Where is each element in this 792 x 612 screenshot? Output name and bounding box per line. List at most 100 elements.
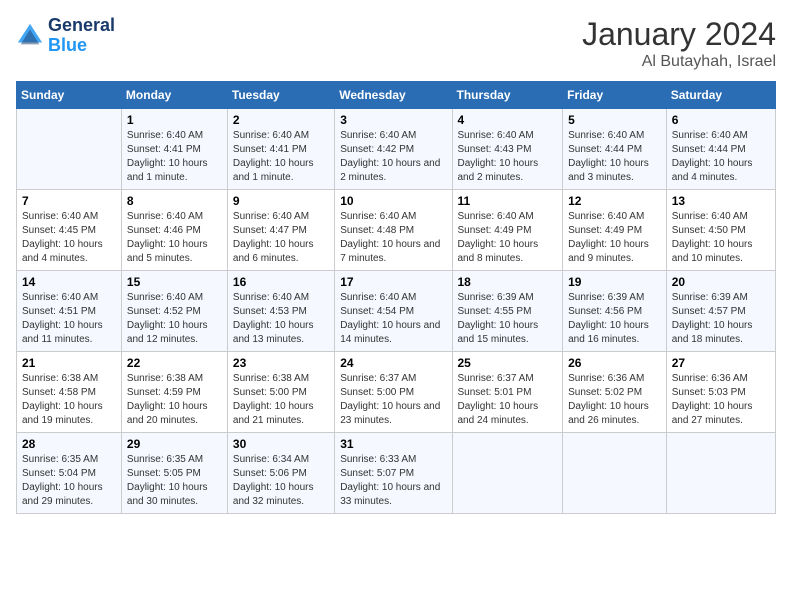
calendar-cell: 10Sunrise: 6:40 AMSunset: 4:48 PMDayligh… — [335, 190, 452, 271]
day-number: 3 — [340, 113, 446, 127]
calendar-cell: 25Sunrise: 6:37 AMSunset: 5:01 PMDayligh… — [452, 352, 563, 433]
day-info: Sunrise: 6:35 AMSunset: 5:05 PMDaylight:… — [127, 453, 222, 509]
day-number: 1 — [127, 113, 222, 127]
day-number: 8 — [127, 194, 222, 208]
day-number: 29 — [127, 437, 222, 451]
day-info: Sunrise: 6:36 AMSunset: 5:02 PMDaylight:… — [568, 372, 661, 428]
day-info: Sunrise: 6:37 AMSunset: 5:00 PMDaylight:… — [340, 372, 446, 428]
calendar-cell: 13 Sunrise: 6:40 AMSunset: 4:50 PMDayligh… — [666, 190, 775, 271]
day-info: Sunrise: 6:40 AMSunset: 4:49 PMDaylight:… — [458, 210, 558, 266]
day-info: Sunrise: 6:39 AMSunset: 4:55 PMDaylight:… — [458, 291, 558, 347]
logo: General Blue — [16, 16, 115, 56]
calendar-cell: 21 Sunrise: 6:38 AMSunset: 4:58 PMDayligh… — [17, 352, 122, 433]
day-number: 2 — [233, 113, 329, 127]
calendar-cell — [452, 433, 563, 514]
day-number: 7 — [22, 194, 116, 208]
month-title: January 2024 — [582, 16, 776, 53]
calendar-cell — [666, 433, 775, 514]
day-info: Sunrise: 6:40 AMSunset: 4:41 PMDaylight:… — [127, 129, 222, 185]
day-info: Sunrise: 6:40 AMSunset: 4:53 PMDaylight:… — [233, 291, 329, 347]
calendar-week-row: 7 Sunrise: 6:40 AMSunset: 4:45 PMDaylight… — [17, 190, 776, 271]
day-number: 22 — [127, 356, 222, 370]
calendar-cell: 24 Sunrise: 6:37 AMSunset: 5:00 PMDayligh… — [335, 352, 452, 433]
calendar-cell: 14 Sunrise: 6:40 AMSunset: 4:51 PMDayligh… — [17, 271, 122, 352]
day-info: Sunrise: 6:37 AMSunset: 5:01 PMDaylight:… — [458, 372, 558, 428]
calendar-cell: 26 Sunrise: 6:36 AMSunset: 5:02 PMDayligh… — [563, 352, 667, 433]
calendar-cell: 16Sunrise: 6:40 AMSunset: 4:53 PMDayligh… — [227, 271, 334, 352]
weekday-header-row: SundayMondayTuesdayWednesdayThursdayFrid… — [17, 82, 776, 109]
calendar-cell: 12Sunrise: 6:40 AMSunset: 4:49 PMDayligh… — [563, 190, 667, 271]
calendar-cell: 8 Sunrise: 6:40 AMSunset: 4:46 PMDaylight… — [121, 190, 227, 271]
weekday-header: Tuesday — [227, 82, 334, 109]
calendar-cell: 5 Sunrise: 6:40 AMSunset: 4:44 PMDaylight… — [563, 109, 667, 190]
day-number: 28 — [22, 437, 116, 451]
day-number: 15 — [127, 275, 222, 289]
day-number: 21 — [22, 356, 116, 370]
day-number: 26 — [568, 356, 661, 370]
day-info: Sunrise: 6:39 AMSunset: 4:57 PMDaylight:… — [672, 291, 770, 347]
calendar-cell: 31Sunrise: 6:33 AMSunset: 5:07 PMDayligh… — [335, 433, 452, 514]
day-info: Sunrise: 6:35 AMSunset: 5:04 PMDaylight:… — [22, 453, 116, 509]
calendar-cell: 7 Sunrise: 6:40 AMSunset: 4:45 PMDaylight… — [17, 190, 122, 271]
day-info: Sunrise: 6:38 AMSunset: 4:59 PMDaylight:… — [127, 372, 222, 428]
calendar-cell — [563, 433, 667, 514]
day-number: 5 — [568, 113, 661, 127]
calendar-cell: 22 Sunrise: 6:38 AMSunset: 4:59 PMDayligh… — [121, 352, 227, 433]
day-info: Sunrise: 6:40 AMSunset: 4:44 PMDaylight:… — [568, 129, 661, 185]
day-info: Sunrise: 6:40 AMSunset: 4:43 PMDaylight:… — [458, 129, 558, 185]
logo-text: General Blue — [48, 16, 115, 56]
logo-line1: General — [48, 16, 115, 36]
weekday-header: Saturday — [666, 82, 775, 109]
weekday-header: Thursday — [452, 82, 563, 109]
day-info: Sunrise: 6:36 AMSunset: 5:03 PMDaylight:… — [672, 372, 770, 428]
calendar-cell: 27 Sunrise: 6:36 AMSunset: 5:03 PMDayligh… — [666, 352, 775, 433]
day-number: 20 — [672, 275, 770, 289]
calendar-week-row: 21 Sunrise: 6:38 AMSunset: 4:58 PMDayligh… — [17, 352, 776, 433]
page-header: General Blue January 2024 Al Butayhah, I… — [16, 16, 776, 71]
calendar-cell: 6 Sunrise: 6:40 AMSunset: 4:44 PMDaylight… — [666, 109, 775, 190]
day-number: 19 — [568, 275, 661, 289]
day-number: 9 — [233, 194, 329, 208]
day-number: 11 — [458, 194, 558, 208]
calendar-cell: 23 Sunrise: 6:38 AMSunset: 5:00 PMDayligh… — [227, 352, 334, 433]
calendar-cell: 17Sunrise: 6:40 AMSunset: 4:54 PMDayligh… — [335, 271, 452, 352]
day-info: Sunrise: 6:40 AMSunset: 4:41 PMDaylight:… — [233, 129, 329, 185]
day-info: Sunrise: 6:40 AMSunset: 4:45 PMDaylight:… — [22, 210, 116, 266]
calendar-cell: 18Sunrise: 6:39 AMSunset: 4:55 PMDayligh… — [452, 271, 563, 352]
day-info: Sunrise: 6:38 AMSunset: 4:58 PMDaylight:… — [22, 372, 116, 428]
calendar-cell — [17, 109, 122, 190]
weekday-header: Friday — [563, 82, 667, 109]
day-info: Sunrise: 6:40 AMSunset: 4:48 PMDaylight:… — [340, 210, 446, 266]
day-number: 13 — [672, 194, 770, 208]
calendar-cell: 20 Sunrise: 6:39 AMSunset: 4:57 PMDayligh… — [666, 271, 775, 352]
day-number: 23 — [233, 356, 329, 370]
calendar-cell: 4Sunrise: 6:40 AMSunset: 4:43 PMDaylight… — [452, 109, 563, 190]
weekday-header: Sunday — [17, 82, 122, 109]
calendar-cell: 19 Sunrise: 6:39 AMSunset: 4:56 PMDayligh… — [563, 271, 667, 352]
day-number: 14 — [22, 275, 116, 289]
calendar-cell: 1 Sunrise: 6:40 AMSunset: 4:41 PMDaylight… — [121, 109, 227, 190]
day-info: Sunrise: 6:34 AMSunset: 5:06 PMDaylight:… — [233, 453, 329, 509]
calendar-table: SundayMondayTuesdayWednesdayThursdayFrid… — [16, 81, 776, 514]
title-block: January 2024 Al Butayhah, Israel — [582, 16, 776, 71]
calendar-week-row: 1 Sunrise: 6:40 AMSunset: 4:41 PMDaylight… — [17, 109, 776, 190]
day-info: Sunrise: 6:40 AMSunset: 4:51 PMDaylight:… — [22, 291, 116, 347]
calendar-cell: 28 Sunrise: 6:35 AMSunset: 5:04 PMDayligh… — [17, 433, 122, 514]
day-info: Sunrise: 6:40 AMSunset: 4:50 PMDaylight:… — [672, 210, 770, 266]
day-number: 12 — [568, 194, 661, 208]
day-number: 27 — [672, 356, 770, 370]
calendar-cell: 30Sunrise: 6:34 AMSunset: 5:06 PMDayligh… — [227, 433, 334, 514]
day-number: 24 — [340, 356, 446, 370]
calendar-week-row: 14 Sunrise: 6:40 AMSunset: 4:51 PMDayligh… — [17, 271, 776, 352]
calendar-week-row: 28 Sunrise: 6:35 AMSunset: 5:04 PMDayligh… — [17, 433, 776, 514]
calendar-cell: 29 Sunrise: 6:35 AMSunset: 5:05 PMDayligh… — [121, 433, 227, 514]
day-info: Sunrise: 6:40 AMSunset: 4:44 PMDaylight:… — [672, 129, 770, 185]
calendar-cell: 2 Sunrise: 6:40 AMSunset: 4:41 PMDaylight… — [227, 109, 334, 190]
day-info: Sunrise: 6:39 AMSunset: 4:56 PMDaylight:… — [568, 291, 661, 347]
day-info: Sunrise: 6:40 AMSunset: 4:42 PMDaylight:… — [340, 129, 446, 185]
day-info: Sunrise: 6:40 AMSunset: 4:46 PMDaylight:… — [127, 210, 222, 266]
day-info: Sunrise: 6:40 AMSunset: 4:47 PMDaylight:… — [233, 210, 329, 266]
day-info: Sunrise: 6:38 AMSunset: 5:00 PMDaylight:… — [233, 372, 329, 428]
day-info: Sunrise: 6:40 AMSunset: 4:54 PMDaylight:… — [340, 291, 446, 347]
day-number: 6 — [672, 113, 770, 127]
